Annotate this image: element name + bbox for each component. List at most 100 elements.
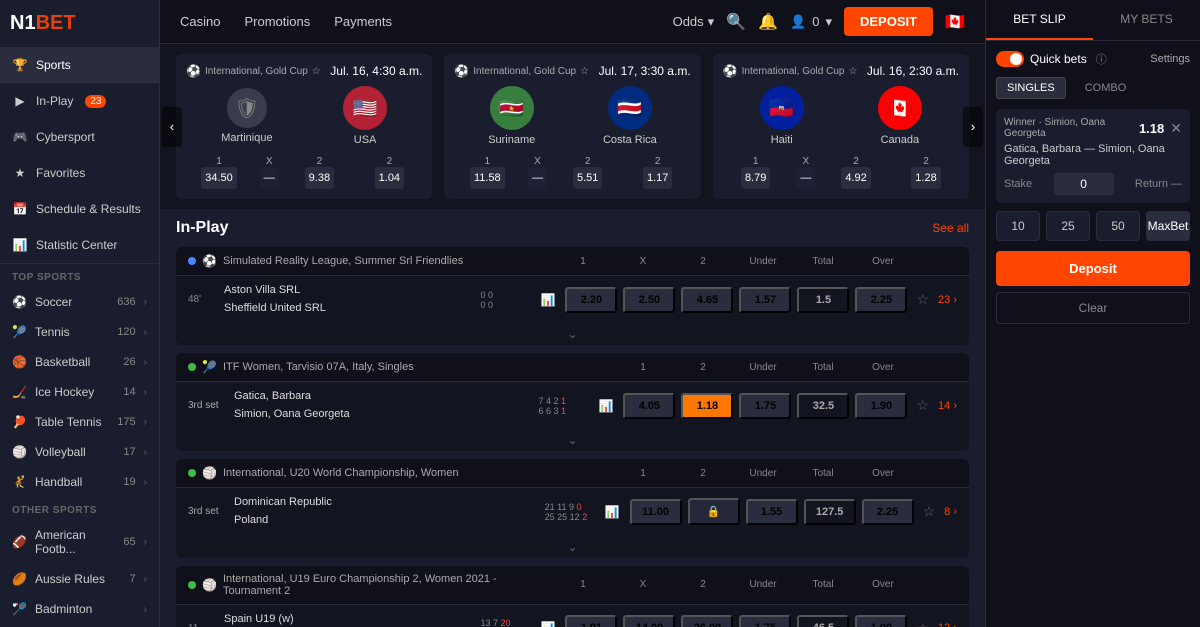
expand-button[interactable]: ⌄ bbox=[176, 429, 969, 451]
clear-button[interactable]: Clear bbox=[996, 292, 1190, 324]
odds-over-button[interactable]: 2.25 bbox=[862, 499, 914, 525]
nav-payments[interactable]: Payments bbox=[334, 2, 392, 41]
sidebar-item-ice-hockey[interactable]: 🏒 Ice Hockey 14 › bbox=[0, 377, 159, 407]
expand-button[interactable]: ⌄ bbox=[176, 323, 969, 345]
odds-x-button[interactable]: 2.50 bbox=[623, 287, 675, 313]
sidebar-item-tennis[interactable]: 🎾 Tennis 120 › bbox=[0, 317, 159, 347]
more-markets-button[interactable]: 23 › bbox=[938, 294, 957, 306]
odds-btn-2[interactable]: 5.51 bbox=[573, 167, 602, 189]
star-icon[interactable]: ☆ bbox=[916, 620, 929, 627]
odds-over-button[interactable]: 1.90 bbox=[855, 393, 907, 419]
singles-combo-toggle: SINGLES COMBO bbox=[996, 77, 1190, 99]
sidebar-item-american-football[interactable]: 🏈 American Footb... 65 › bbox=[0, 520, 159, 564]
carousel-prev-button[interactable]: ‹ bbox=[162, 107, 182, 147]
star-icon[interactable]: ☆ bbox=[923, 503, 936, 520]
odds-1-button[interactable]: 11.00 bbox=[630, 499, 682, 525]
odds-total-button[interactable]: 127.5 bbox=[804, 499, 856, 525]
odds-btn-2[interactable]: 9.38 bbox=[305, 167, 334, 189]
odds-total-button[interactable]: 32.5 bbox=[797, 393, 849, 419]
odds-1-button[interactable]: 4.05 bbox=[623, 393, 675, 419]
sidebar-item-schedule[interactable]: 📅 Schedule & Results bbox=[0, 191, 159, 227]
singles-button[interactable]: SINGLES bbox=[996, 77, 1066, 99]
notifications-icon[interactable]: 🔔 bbox=[758, 12, 778, 32]
odds-total-button[interactable]: 46.5 bbox=[797, 615, 849, 627]
quick-amount-25[interactable]: 25 bbox=[1046, 211, 1090, 241]
quick-bets-toggle[interactable] bbox=[996, 51, 1024, 67]
odds-1-button[interactable]: 2.20 bbox=[565, 287, 617, 313]
sidebar-item-statistic[interactable]: 📊 Statistic Center bbox=[0, 227, 159, 263]
chart-icon[interactable]: 📊 bbox=[605, 505, 620, 519]
sidebar-item-aussie-rules[interactable]: 🏉 Aussie Rules 7 › bbox=[0, 564, 159, 594]
odds-under-button[interactable]: 1.75 bbox=[739, 615, 791, 627]
league-name: ITF Women, Tarvisio 07A, Italy, Singles bbox=[223, 361, 414, 373]
odds-btn-1[interactable]: 11.58 bbox=[470, 167, 505, 189]
odds-total-button[interactable]: 1.5 bbox=[797, 287, 849, 313]
odds-btn-1[interactable]: 34.50 bbox=[201, 167, 237, 189]
nav-promotions[interactable]: Promotions bbox=[244, 2, 310, 41]
odds-1-button[interactable]: 1.01 bbox=[565, 615, 617, 627]
info-icon[interactable]: ⓘ bbox=[1096, 51, 1107, 67]
user-balance-area[interactable]: 👤 0 ▾ bbox=[790, 14, 832, 30]
odds-btn-2b[interactable]: 1.28 bbox=[911, 167, 940, 189]
sidebar-item-basketball[interactable]: 🏀 Basketball 26 › bbox=[0, 347, 159, 377]
chart-icon[interactable]: 📊 bbox=[541, 293, 556, 307]
odds-under-button[interactable]: 1.75 bbox=[739, 393, 791, 419]
nav-casino[interactable]: Casino bbox=[180, 2, 220, 41]
sport-name: Basketball bbox=[35, 355, 115, 369]
odds-btn-x[interactable]: — bbox=[528, 167, 547, 189]
star-icon[interactable]: ☆ bbox=[916, 291, 929, 308]
star-icon[interactable]: ☆ bbox=[848, 66, 857, 77]
odds-over-button[interactable]: 1.90 bbox=[855, 615, 907, 627]
combo-button[interactable]: COMBO bbox=[1074, 77, 1138, 99]
tab-bet-slip[interactable]: BET SLIP bbox=[986, 0, 1093, 40]
settings-link[interactable]: Settings bbox=[1150, 53, 1190, 65]
odds-btn-x[interactable]: — bbox=[796, 167, 815, 189]
sidebar-item-handball[interactable]: 🤾 Handball 19 › bbox=[0, 467, 159, 497]
odds-btn-2[interactable]: 4.92 bbox=[841, 167, 870, 189]
star-icon[interactable]: ☆ bbox=[916, 397, 929, 414]
more-markets-button[interactable]: 14 › bbox=[938, 400, 957, 412]
odds-under-button[interactable]: 1.55 bbox=[746, 499, 798, 525]
close-bet-button[interactable]: ✕ bbox=[1170, 120, 1182, 137]
expand-button[interactable]: ⌄ bbox=[176, 536, 969, 558]
more-markets-button[interactable]: 8 › bbox=[944, 506, 957, 518]
odds-under-button[interactable]: 1.57 bbox=[739, 287, 791, 313]
stake-input[interactable] bbox=[1054, 173, 1114, 195]
featured-league: ⚽ International, Gold Cup ☆ bbox=[186, 64, 321, 78]
carousel-next-button[interactable]: › bbox=[963, 107, 983, 147]
search-icon[interactable]: 🔍 bbox=[726, 12, 746, 32]
quick-amount-50[interactable]: 50 bbox=[1096, 211, 1140, 241]
more-markets-button[interactable]: 12 › bbox=[938, 622, 957, 627]
odds-btn-x[interactable]: — bbox=[260, 167, 279, 189]
featured-teams: 🇸🇷 Suriname 🇨🇷 Costa Rica bbox=[454, 86, 690, 146]
sidebar-item-volleyball[interactable]: 🏐 Volleyball 17 › bbox=[0, 437, 159, 467]
star-icon[interactable]: ☆ bbox=[580, 66, 589, 77]
deposit-button[interactable]: DEPOSIT bbox=[844, 7, 933, 36]
odds-over-button[interactable]: 2.25 bbox=[855, 287, 907, 313]
see-all-link[interactable]: See all bbox=[932, 221, 969, 235]
place-deposit-button[interactable]: Deposit bbox=[996, 251, 1190, 286]
odds-2-button[interactable]: 4.65 bbox=[681, 287, 733, 313]
sidebar-item-inplay[interactable]: ▶ In-Play 23 bbox=[0, 83, 159, 119]
sidebar-item-cybersport[interactable]: 🎮 Cybersport bbox=[0, 119, 159, 155]
quick-amount-maxbet[interactable]: MaxBet bbox=[1146, 211, 1190, 241]
odds-2-button[interactable]: 26.00 bbox=[681, 615, 733, 627]
odds-x-button[interactable]: 14.00 bbox=[623, 615, 675, 627]
tab-my-bets[interactable]: MY BETS bbox=[1093, 0, 1200, 40]
sidebar-item-soccer[interactable]: ⚽ Soccer 636 › bbox=[0, 287, 159, 317]
quick-amount-10[interactable]: 10 bbox=[996, 211, 1040, 241]
odds-selector[interactable]: Odds ▾ bbox=[673, 14, 715, 30]
star-icon[interactable]: ☆ bbox=[312, 66, 321, 77]
chart-icon[interactable]: 📊 bbox=[599, 399, 614, 413]
sidebar-item-table-tennis[interactable]: 🏓 Table Tennis 175 › bbox=[0, 407, 159, 437]
flag-icon[interactable]: 🇨🇦 bbox=[945, 12, 965, 32]
sidebar-item-favorites[interactable]: ★ Favorites bbox=[0, 155, 159, 191]
sidebar-item-sports[interactable]: 🏆 Sports bbox=[0, 47, 159, 83]
odds-btn-2b[interactable]: 1.17 bbox=[643, 167, 672, 189]
odds-btn-2b[interactable]: 1.04 bbox=[375, 167, 404, 189]
featured-odds-row: 1 34.50 X — 2 9.38 2 1.04 bbox=[186, 156, 422, 189]
odds-btn-1[interactable]: 8.79 bbox=[741, 167, 770, 189]
odds-2-button[interactable]: 1.18 bbox=[681, 393, 733, 419]
chart-icon[interactable]: 📊 bbox=[541, 621, 556, 627]
sidebar-item-badminton[interactable]: 🏸 Badminton › bbox=[0, 594, 159, 624]
